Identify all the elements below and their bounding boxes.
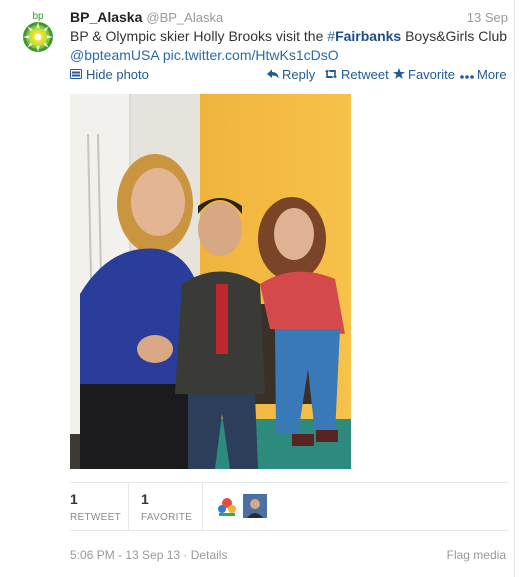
hashtag-link[interactable]: #Fairbanks: [327, 28, 401, 44]
more-dots-icon: [460, 67, 474, 82]
tweet-text-part1: BP & Olympic skier Holly Brooks visit th…: [70, 28, 328, 44]
favorite-count-label: FAVORITE: [141, 512, 193, 523]
retweet-label: Retweet: [341, 67, 389, 82]
mention-link[interactable]: @bpteamUSA: [70, 47, 159, 63]
tweet-header: BP_Alaska @BP_Alaska 13 Sep: [70, 9, 510, 27]
tweet-datetime[interactable]: 5:06 PM - 13 Sep 13: [70, 548, 180, 562]
favorite-button[interactable]: Favorite: [393, 67, 455, 82]
reply-label: Reply: [282, 67, 316, 82]
more-label: More: [477, 67, 507, 82]
tweet-footer: 5:06 PM - 13 Sep 13 · Details Flag media: [70, 548, 508, 562]
favorite-count: 1: [141, 491, 149, 507]
stats-divider: [202, 483, 203, 530]
svg-text:bp: bp: [32, 11, 44, 22]
media-link[interactable]: pic.twitter.com/HtwKs1cDsO: [163, 47, 339, 63]
flag-media-link[interactable]: Flag media: [447, 548, 506, 562]
bp-logo-avatar[interactable]: bp: [18, 10, 58, 54]
reply-icon: [267, 67, 279, 82]
hide-photo-label: Hide photo: [86, 67, 149, 82]
star-icon: [393, 67, 405, 82]
stats-divider: [128, 483, 129, 530]
tweet-stats: 1 RETWEET 1 FAVORITE: [70, 482, 508, 531]
user-handle[interactable]: @BP_Alaska: [146, 10, 223, 25]
favoriter-avatar-1[interactable]: [215, 494, 239, 523]
tweet-actions: Hide photo Reply Retweet Favorite More: [70, 67, 510, 85]
favoriter-avatar-2[interactable]: [243, 494, 267, 523]
reply-button[interactable]: Reply: [267, 67, 315, 82]
tweet-timestamp[interactable]: 13 Sep: [467, 10, 508, 25]
tweet-photo[interactable]: [70, 94, 351, 469]
more-button[interactable]: More: [460, 67, 507, 82]
tweet-text-part2: Boys&Girls Club: [401, 28, 508, 44]
screen-name[interactable]: BP_Alaska: [70, 9, 142, 25]
retweet-button[interactable]: Retweet: [324, 67, 389, 82]
tweet-card: bp BP_Alaska @BP_Alaska 13 Sep BP & Olym…: [0, 0, 515, 577]
photo-icon: [70, 67, 82, 82]
tweet-text: BP & Olympic skier Holly Brooks visit th…: [70, 27, 510, 65]
details-separator: ·: [183, 548, 191, 562]
hide-photo-button[interactable]: Hide photo: [70, 67, 149, 82]
retweet-count: 1: [70, 491, 78, 507]
details-link[interactable]: Details: [191, 548, 228, 562]
favorite-label: Favorite: [408, 67, 455, 82]
retweet-icon: [324, 67, 338, 82]
retweet-count-label: RETWEET: [70, 512, 121, 523]
